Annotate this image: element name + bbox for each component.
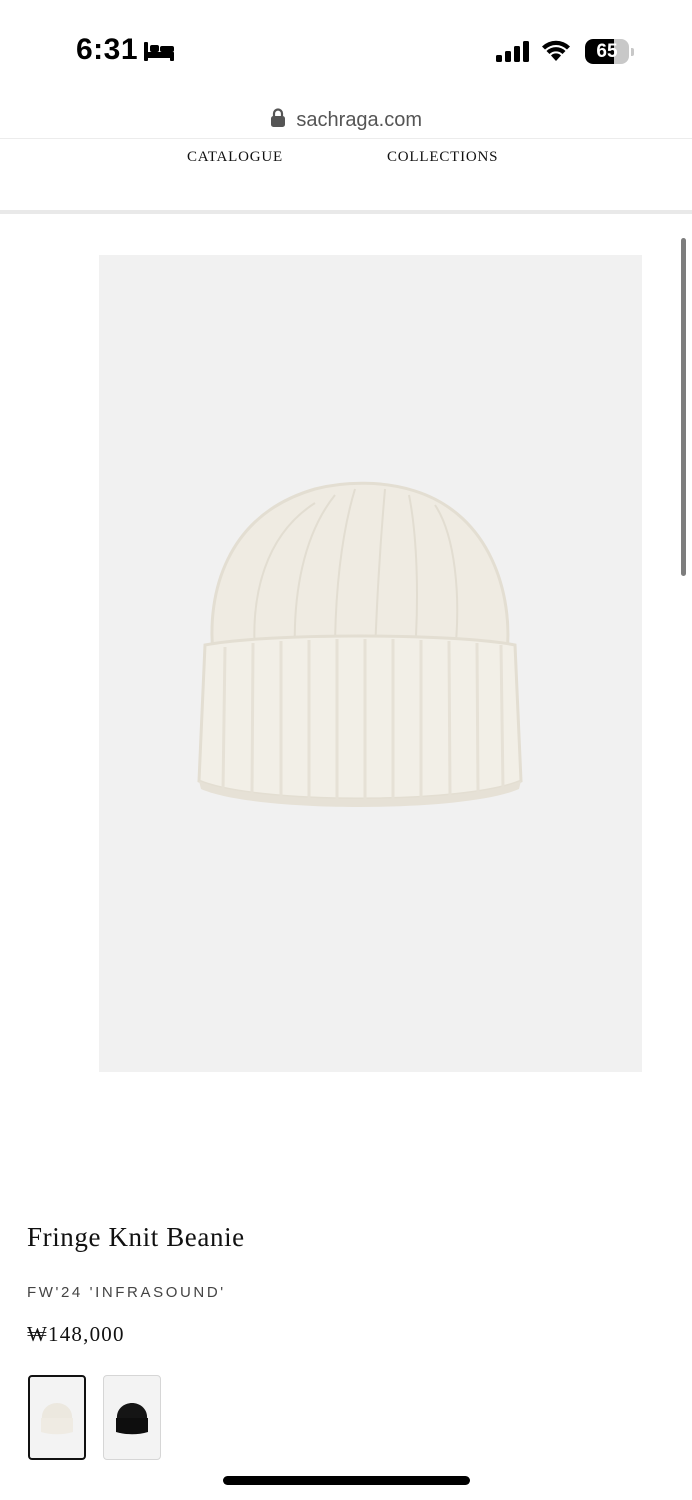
home-indicator[interactable] — [223, 1476, 470, 1485]
cellular-signal-icon — [496, 41, 529, 62]
url-text: sachraga.com — [296, 109, 423, 131]
status-bar: 6:31 65 — [0, 0, 692, 100]
battery-icon: 65 — [585, 39, 635, 64]
wifi-icon — [542, 40, 570, 61]
product-title: Fringe Knit Beanie — [27, 1222, 245, 1252]
lock-icon — [270, 108, 285, 127]
url-display[interactable]: sachraga.com — [0, 108, 692, 132]
beanie-image — [197, 481, 523, 807]
bed-icon — [144, 42, 174, 61]
swatch-black[interactable] — [103, 1375, 161, 1460]
battery-level: 65 — [596, 41, 618, 62]
site-nav: CATALOGUE COLLECTIONS — [0, 139, 692, 211]
battery-tip — [631, 48, 634, 56]
nav-link-collections[interactable]: COLLECTIONS — [387, 149, 498, 166]
status-time: 6:31 — [76, 33, 139, 66]
product-price: ₩148,000 — [27, 1322, 125, 1346]
nav-link-catalogue[interactable]: CATALOGUE — [187, 149, 283, 166]
beanie-ivory-thumbnail — [41, 1402, 73, 1434]
url-bar[interactable]: sachraga.com — [0, 100, 692, 139]
swatch-ivory[interactable] — [28, 1375, 86, 1460]
product-image[interactable] — [99, 255, 642, 1072]
nav-divider — [0, 210, 692, 214]
beanie-black-thumbnail — [116, 1402, 148, 1434]
battery-body: 65 — [585, 39, 629, 64]
scrollbar-thumb[interactable] — [681, 238, 686, 576]
product-collection: FW'24 'INFRASOUND' — [27, 1284, 226, 1301]
